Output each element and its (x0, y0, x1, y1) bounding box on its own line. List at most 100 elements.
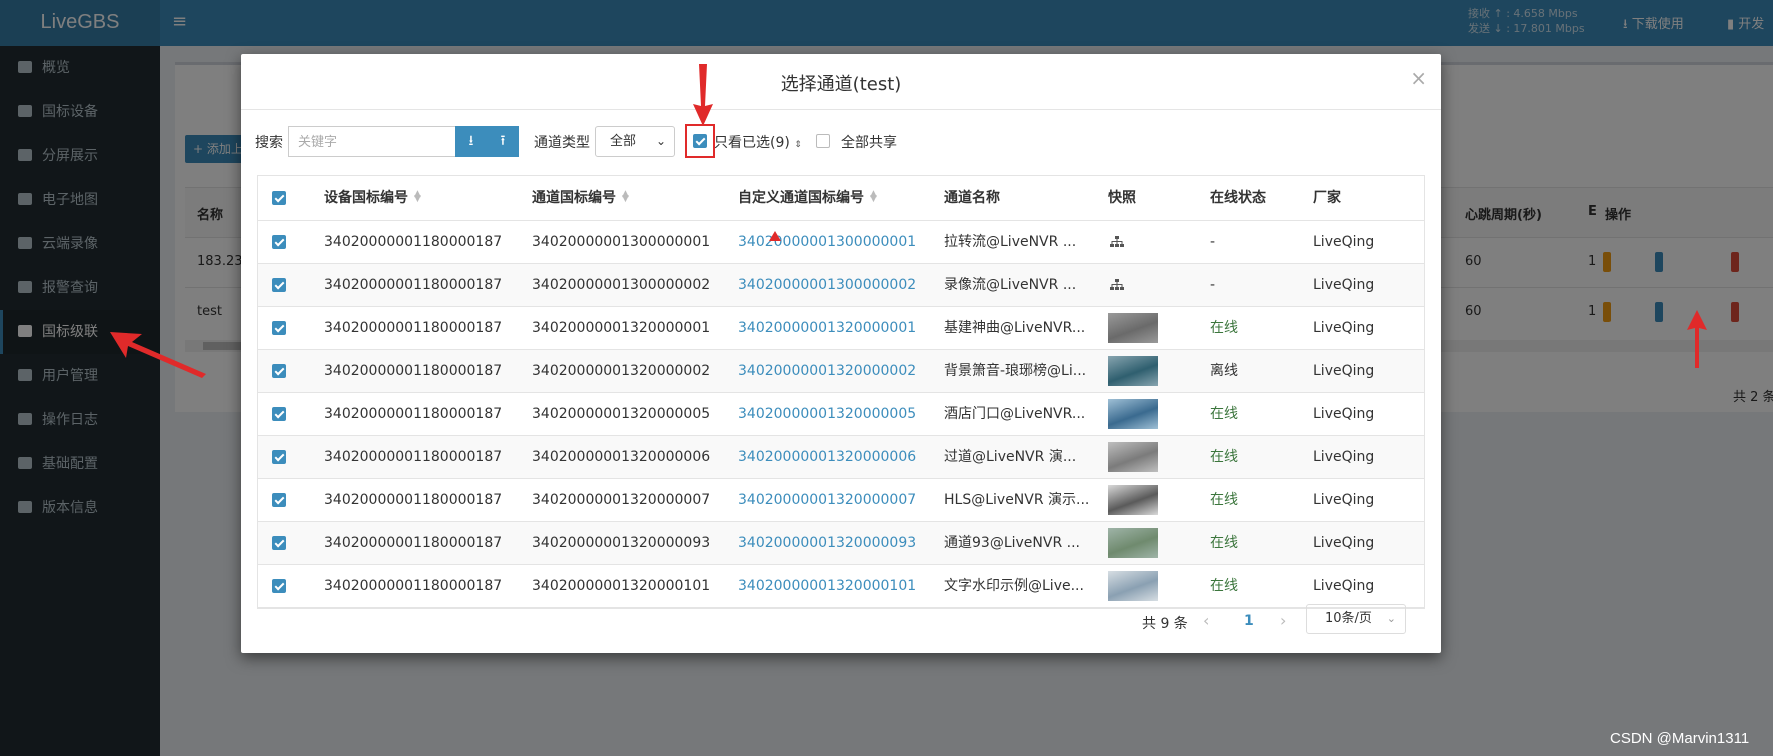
table-row[interactable]: 34020000001180000187 34020000001320000005… (258, 393, 1424, 436)
download-icon[interactable]: ⭳ (455, 126, 487, 157)
online-status-cell: 离线 (1210, 363, 1238, 379)
online-status-cell: 在线 (1210, 320, 1238, 336)
row-checkbox[interactable] (272, 536, 286, 550)
custom-channel-id-link[interactable]: 34020000001300000002 (738, 264, 916, 306)
row-checkbox[interactable] (272, 450, 286, 464)
table-row[interactable]: 34020000001180000187 34020000001320000001… (258, 307, 1424, 350)
sort-icon: ▲ ▼ (622, 189, 629, 204)
channel-id-cell: 34020000001320000007 (532, 492, 711, 508)
modal-title: 选择通道(test) (780, 74, 902, 95)
share-all-label: 全部共享 (841, 135, 897, 151)
vendor-cell: LiveQing (1313, 234, 1375, 250)
online-status-cell: - (1210, 277, 1216, 293)
custom-channel-id-link[interactable]: 34020000001300000001 (738, 221, 916, 263)
modal-header: 选择通道(test) × (241, 54, 1441, 110)
vendor-cell: LiveQing (1313, 363, 1375, 379)
only-selected-label[interactable]: 只看已选(9) ⇕ (714, 132, 802, 152)
prev-page-icon[interactable]: ‹ (1203, 611, 1209, 630)
channel-name-cell: 酒店门口@LiveNVR... (944, 406, 1086, 422)
page-size-value: 10条/页 (1325, 611, 1372, 626)
row-checkbox[interactable] (272, 278, 286, 292)
sitemap-icon (1110, 279, 1124, 290)
channel-name-cell: 通道93@LiveNVR ... (944, 535, 1080, 551)
row-checkbox[interactable] (272, 364, 286, 378)
row-checkbox[interactable] (272, 493, 286, 507)
search-input[interactable] (288, 126, 456, 157)
row-checkbox[interactable] (272, 407, 286, 421)
col-channel-id[interactable]: 通道国标编号 ▲ ▼ (532, 176, 630, 220)
upload-icon[interactable]: ⭱ (487, 126, 519, 157)
custom-channel-id-link[interactable]: 34020000001320000101 (738, 565, 916, 607)
vendor-cell: LiveQing (1313, 449, 1375, 465)
search-label: 搜索 (255, 135, 283, 151)
chevron-down-icon: ⌄ (1386, 612, 1396, 625)
row-checkbox[interactable] (272, 579, 286, 593)
device-id-cell: 34020000001180000187 (324, 449, 503, 465)
table-row[interactable]: 34020000001180000187 34020000001320000093… (258, 522, 1424, 565)
sort-icon: ▲ ▼ (414, 189, 421, 204)
row-checkbox[interactable] (272, 235, 286, 249)
col-device-id[interactable]: 设备国标编号 ▲ ▼ (324, 176, 422, 220)
table-row[interactable]: 34020000001180000187 34020000001320000101… (258, 565, 1424, 608)
channel-id-cell: 34020000001300000001 (532, 234, 711, 250)
snapshot-thumbnail[interactable] (1108, 399, 1158, 429)
channel-id-cell: 34020000001320000093 (532, 535, 711, 551)
col-channel-name: 通道名称 (944, 190, 1000, 206)
table-row[interactable]: 34020000001180000187 34020000001320000007… (258, 479, 1424, 522)
online-status-cell: 在线 (1210, 535, 1238, 551)
vendor-cell: LiveQing (1313, 277, 1375, 293)
close-icon[interactable]: × (1410, 66, 1427, 90)
custom-channel-id-link[interactable]: 34020000001320000093 (738, 522, 916, 564)
table-row[interactable]: 34020000001180000187 34020000001320000002… (258, 350, 1424, 393)
channel-name-cell: 文字水印示例@Live... (944, 578, 1084, 594)
custom-channel-id-link[interactable]: 34020000001320000001 (738, 307, 916, 349)
custom-channel-id-link[interactable]: 34020000001320000002 (738, 350, 916, 392)
sort-icon: ⇕ (794, 140, 802, 150)
share-all-checkbox[interactable] (816, 134, 830, 148)
snapshot-thumbnail[interactable] (1108, 356, 1158, 386)
vendor-cell: LiveQing (1313, 492, 1375, 508)
snapshot-thumbnail[interactable] (1108, 528, 1158, 558)
device-id-cell: 34020000001180000187 (324, 320, 503, 336)
snapshot-thumbnail[interactable] (1108, 313, 1158, 343)
select-all-checkbox[interactable] (272, 191, 286, 205)
channel-type-select[interactable]: 全部 ⌄ (595, 126, 675, 157)
custom-channel-id-link[interactable]: 34020000001320000005 (738, 393, 916, 435)
device-id-cell: 34020000001180000187 (324, 578, 503, 594)
custom-channel-id-link[interactable]: 34020000001320000007 (738, 479, 916, 521)
snapshot-thumbnail[interactable] (1108, 442, 1158, 472)
next-page-icon[interactable]: › (1280, 611, 1286, 630)
channel-name-cell: 背景箫音-琅琊榜@Li... (944, 363, 1087, 379)
row-checkbox[interactable] (272, 321, 286, 335)
custom-channel-id-link[interactable]: 34020000001320000006 (738, 436, 916, 478)
device-id-cell: 34020000001180000187 (324, 277, 503, 293)
current-page[interactable]: 1 (1244, 613, 1254, 629)
snapshot-thumbnail[interactable] (1108, 485, 1158, 515)
online-status-cell: 在线 (1210, 406, 1238, 422)
only-selected-text: 只看已选(9) (714, 135, 790, 151)
col-label: 通道国标编号 (532, 190, 616, 206)
channel-type-label: 通道类型 (534, 135, 590, 151)
snapshot-thumbnail[interactable] (1108, 571, 1158, 601)
col-custom-channel-id[interactable]: 自定义通道国标编号 ▲ ▼ (738, 176, 878, 220)
channel-name-cell: 基建神曲@LiveNVR... (944, 320, 1086, 336)
channel-name-cell: 过道@LiveNVR 演... (944, 449, 1077, 465)
col-label: 自定义通道国标编号 (738, 190, 864, 206)
table-row[interactable]: 34020000001180000187 34020000001300000001… (258, 221, 1424, 264)
device-id-cell: 34020000001180000187 (324, 535, 503, 551)
online-status-cell: 在线 (1210, 578, 1238, 594)
channel-id-cell: 34020000001320000101 (532, 578, 711, 594)
page-size-select[interactable]: 10条/页 ⌄ (1306, 604, 1406, 634)
col-snapshot: 快照 (1108, 190, 1136, 206)
channel-id-cell: 34020000001320000005 (532, 406, 711, 422)
vendor-cell: LiveQing (1313, 320, 1375, 336)
select-channel-modal: 选择通道(test) × 搜索 ⭳ ⭱ 通道类型 全部 ⌄ 只看已选(9) ⇕ … (241, 54, 1441, 653)
table-row[interactable]: 34020000001180000187 34020000001320000006… (258, 436, 1424, 479)
device-id-cell: 34020000001180000187 (324, 363, 503, 379)
table-body: 34020000001180000187 34020000001300000001… (258, 221, 1424, 608)
channel-id-cell: 34020000001300000002 (532, 277, 711, 293)
table-header-row: 设备国标编号 ▲ ▼ 通道国标编号 ▲ ▼ 自定义通道国标编号 ▲ ▼ 通道名称 快照 在线… (258, 176, 1424, 221)
table-row[interactable]: 34020000001180000187 34020000001300000002… (258, 264, 1424, 307)
online-status-cell: - (1210, 234, 1216, 250)
channel-name-cell: HLS@LiveNVR 演示... (944, 492, 1090, 508)
